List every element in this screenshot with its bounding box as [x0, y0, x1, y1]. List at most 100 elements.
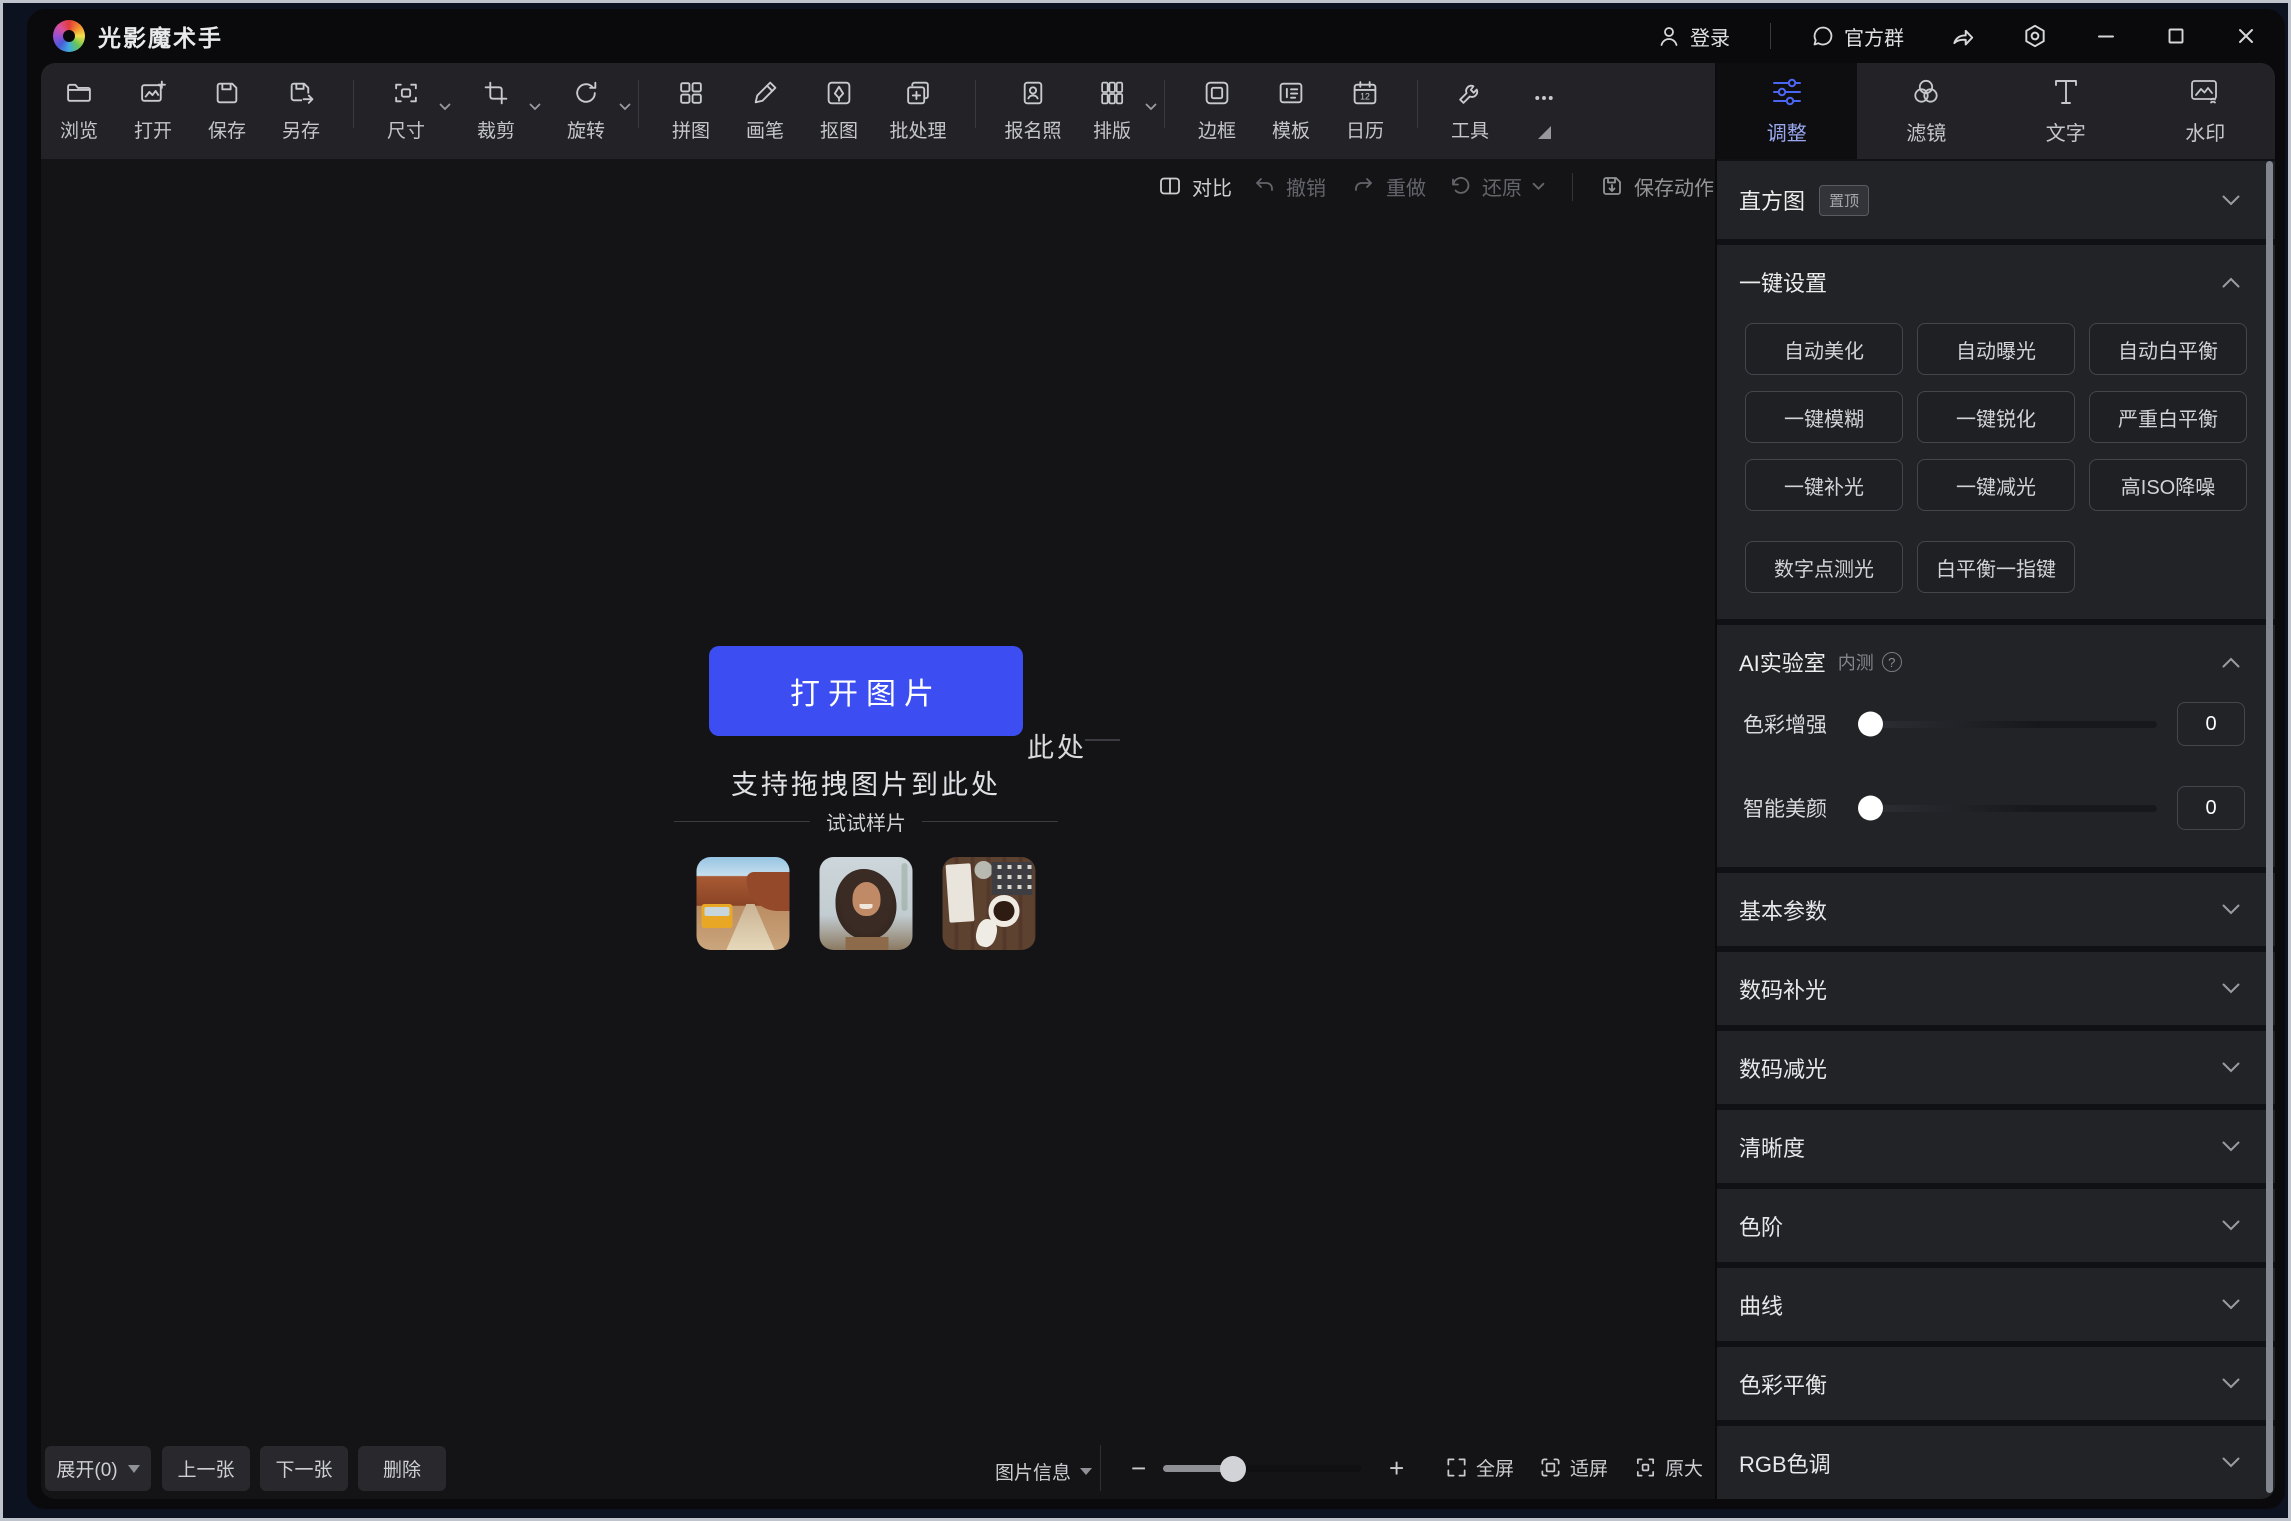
toolbar-item-id-photo[interactable]: 报名照 — [998, 79, 1068, 143]
toolbar-item-collage[interactable]: 拼图 — [661, 79, 721, 143]
original-size-button[interactable]: 原大 — [1634, 1454, 1703, 1481]
toolbar-item-brush[interactable]: 画笔 — [735, 79, 795, 143]
redo-button[interactable]: 重做 — [1352, 169, 1426, 203]
toolbar-item-crop[interactable]: 裁剪 — [466, 79, 526, 143]
more-ellipsis-icon — [1530, 84, 1558, 112]
image-info-button[interactable]: 图片信息 — [995, 1458, 1092, 1485]
btn-high-iso-denoise[interactable]: 高ISO降噪 — [2089, 459, 2247, 511]
zoom-slider[interactable] — [1163, 1465, 1361, 1472]
zoom-slider-handle[interactable] — [1220, 1456, 1246, 1482]
one-key-header[interactable]: 一键设置 — [1717, 245, 2275, 319]
section-histogram[interactable]: 直方图 置顶 — [1717, 161, 2275, 239]
color-enhance-track[interactable] — [1861, 721, 2157, 728]
chevron-down-icon[interactable] — [1532, 182, 1545, 191]
pin-top-badge[interactable]: 置顶 — [1819, 185, 1869, 216]
chevron-down-icon — [2221, 1377, 2241, 1390]
open-image-button[interactable]: 打开图片 — [709, 646, 1023, 736]
smart-beauty-handle[interactable] — [1858, 796, 1883, 821]
canyon-road — [726, 904, 774, 951]
sample-image-portrait[interactable] — [820, 857, 913, 950]
toolbar-item-resize[interactable]: 尺寸 — [376, 79, 436, 143]
btn-white-balance-one-touch[interactable]: 白平衡一指键 — [1917, 541, 2075, 593]
btn-auto-beautify[interactable]: 自动美化 — [1745, 323, 1903, 375]
help-icon[interactable]: ? — [1882, 652, 1902, 672]
restore-button[interactable]: 还原 — [1448, 169, 1545, 203]
color-enhance-value[interactable]: 0 — [2177, 702, 2245, 746]
image-info-label: 图片信息 — [995, 1458, 1071, 1485]
toolbar-item-save[interactable]: 保存 — [197, 79, 257, 143]
section-levels[interactable]: 色阶 — [1717, 1189, 2275, 1262]
btn-one-key-blur[interactable]: 一键模糊 — [1745, 391, 1903, 443]
fullscreen-button[interactable]: 全屏 — [1445, 1454, 1514, 1481]
chevron-down-icon[interactable] — [1145, 103, 1157, 111]
tab-label: 滤镜 — [1906, 117, 1946, 146]
delete-button[interactable]: 删除 — [358, 1446, 446, 1491]
panel-scrollbar[interactable] — [2266, 161, 2273, 1493]
toolbar-item-more[interactable] — [1514, 84, 1574, 139]
section-clarity[interactable]: 清晰度 — [1717, 1110, 2275, 1183]
zoom-out-button[interactable]: − — [1131, 1455, 1146, 1481]
section-digital-fill-light[interactable]: 数码补光 — [1717, 952, 2275, 1025]
image-plus-icon — [139, 79, 167, 107]
close-button[interactable] — [2234, 24, 2258, 48]
tab-text[interactable]: 文字 — [1996, 63, 2136, 159]
btn-auto-exposure[interactable]: 自动曝光 — [1917, 323, 2075, 375]
section-curves[interactable]: 曲线 — [1717, 1268, 2275, 1341]
toolbar-item-cutout[interactable]: 抠图 — [809, 79, 869, 143]
minimize-button[interactable] — [2094, 24, 2118, 48]
border-frame-icon — [1203, 79, 1231, 107]
official-group-button[interactable]: 官方群 — [1811, 22, 1904, 51]
triangle-down-icon — [128, 1465, 140, 1473]
sample-image-desk[interactable] — [943, 857, 1036, 950]
btn-one-key-dim-light[interactable]: 一键减光 — [1917, 459, 2075, 511]
save-action-icon — [1600, 174, 1624, 198]
prev-image-button[interactable]: 上一张 — [162, 1446, 250, 1491]
btn-one-key-fill-light[interactable]: 一键补光 — [1745, 459, 1903, 511]
ai-lab-header[interactable]: AI实验室 内测 ? — [1717, 625, 2275, 699]
tab-label: 水印 — [2185, 117, 2225, 146]
section-color-balance[interactable]: 色彩平衡 — [1717, 1347, 2275, 1420]
toolbar-item-calendar[interactable]: 12 日历 — [1335, 79, 1395, 143]
tab-adjust[interactable]: 调整 — [1717, 63, 1857, 159]
share-icon[interactable] — [1950, 23, 1976, 49]
chevron-down-icon — [2221, 1456, 2241, 1469]
next-image-button[interactable]: 下一张 — [260, 1446, 348, 1491]
color-enhance-handle[interactable] — [1858, 712, 1883, 737]
login-button[interactable]: 登录 — [1657, 22, 1730, 51]
btn-digital-spot-metering[interactable]: 数字点测光 — [1745, 541, 1903, 593]
chevron-down-icon[interactable] — [529, 103, 541, 111]
compare-button[interactable]: 对比 — [1158, 169, 1232, 203]
save-action-button[interactable]: 保存动作 — [1600, 169, 1714, 203]
expand-button[interactable]: 展开(0) — [45, 1446, 151, 1491]
cutout-pen-icon — [825, 79, 853, 107]
chevron-down-icon — [2221, 1298, 2241, 1311]
toolbar-item-rotate[interactable]: 旋转 — [556, 79, 616, 143]
chevron-down-icon[interactable] — [439, 103, 451, 111]
sample-image-canyon[interactable] — [697, 857, 790, 950]
btn-one-key-sharpen[interactable]: 一键锐化 — [1917, 391, 2075, 443]
toolbar-item-browse[interactable]: 浏览 — [49, 79, 109, 143]
undo-button[interactable]: 撤销 — [1252, 169, 1326, 203]
toolbar-item-label: 模板 — [1272, 116, 1310, 143]
smart-beauty-track[interactable] — [1861, 805, 2157, 812]
maximize-button[interactable] — [2164, 24, 2188, 48]
settings-icon[interactable] — [2022, 23, 2048, 49]
toolbar-item-template[interactable]: 模板 — [1261, 79, 1321, 143]
btn-auto-white-balance[interactable]: 自动白平衡 — [2089, 323, 2247, 375]
toolbar-item-batch[interactable]: 批处理 — [883, 79, 953, 143]
smart-beauty-value[interactable]: 0 — [2177, 786, 2245, 830]
btn-strong-white-balance[interactable]: 严重白平衡 — [2089, 391, 2247, 443]
zoom-in-button[interactable]: + — [1389, 1455, 1404, 1481]
section-basic-params[interactable]: 基本参数 — [1717, 873, 2275, 946]
toolbar-item-tools[interactable]: 工具 — [1440, 79, 1500, 143]
toolbar-item-layout[interactable]: 排版 — [1082, 79, 1142, 143]
tab-watermark[interactable]: 水印 — [2136, 63, 2276, 159]
fit-screen-button[interactable]: 适屏 — [1539, 1454, 1608, 1481]
toolbar-item-open[interactable]: 打开 — [123, 79, 183, 143]
toolbar-item-frame[interactable]: 边框 — [1187, 79, 1247, 143]
section-digital-dim-light[interactable]: 数码减光 — [1717, 1031, 2275, 1104]
section-rgb-tone[interactable]: RGB色调 — [1717, 1426, 2275, 1499]
chevron-down-icon[interactable] — [619, 103, 631, 111]
tab-filters[interactable]: 滤镜 — [1857, 63, 1997, 159]
toolbar-item-save-as[interactable]: 另存 — [271, 79, 331, 143]
